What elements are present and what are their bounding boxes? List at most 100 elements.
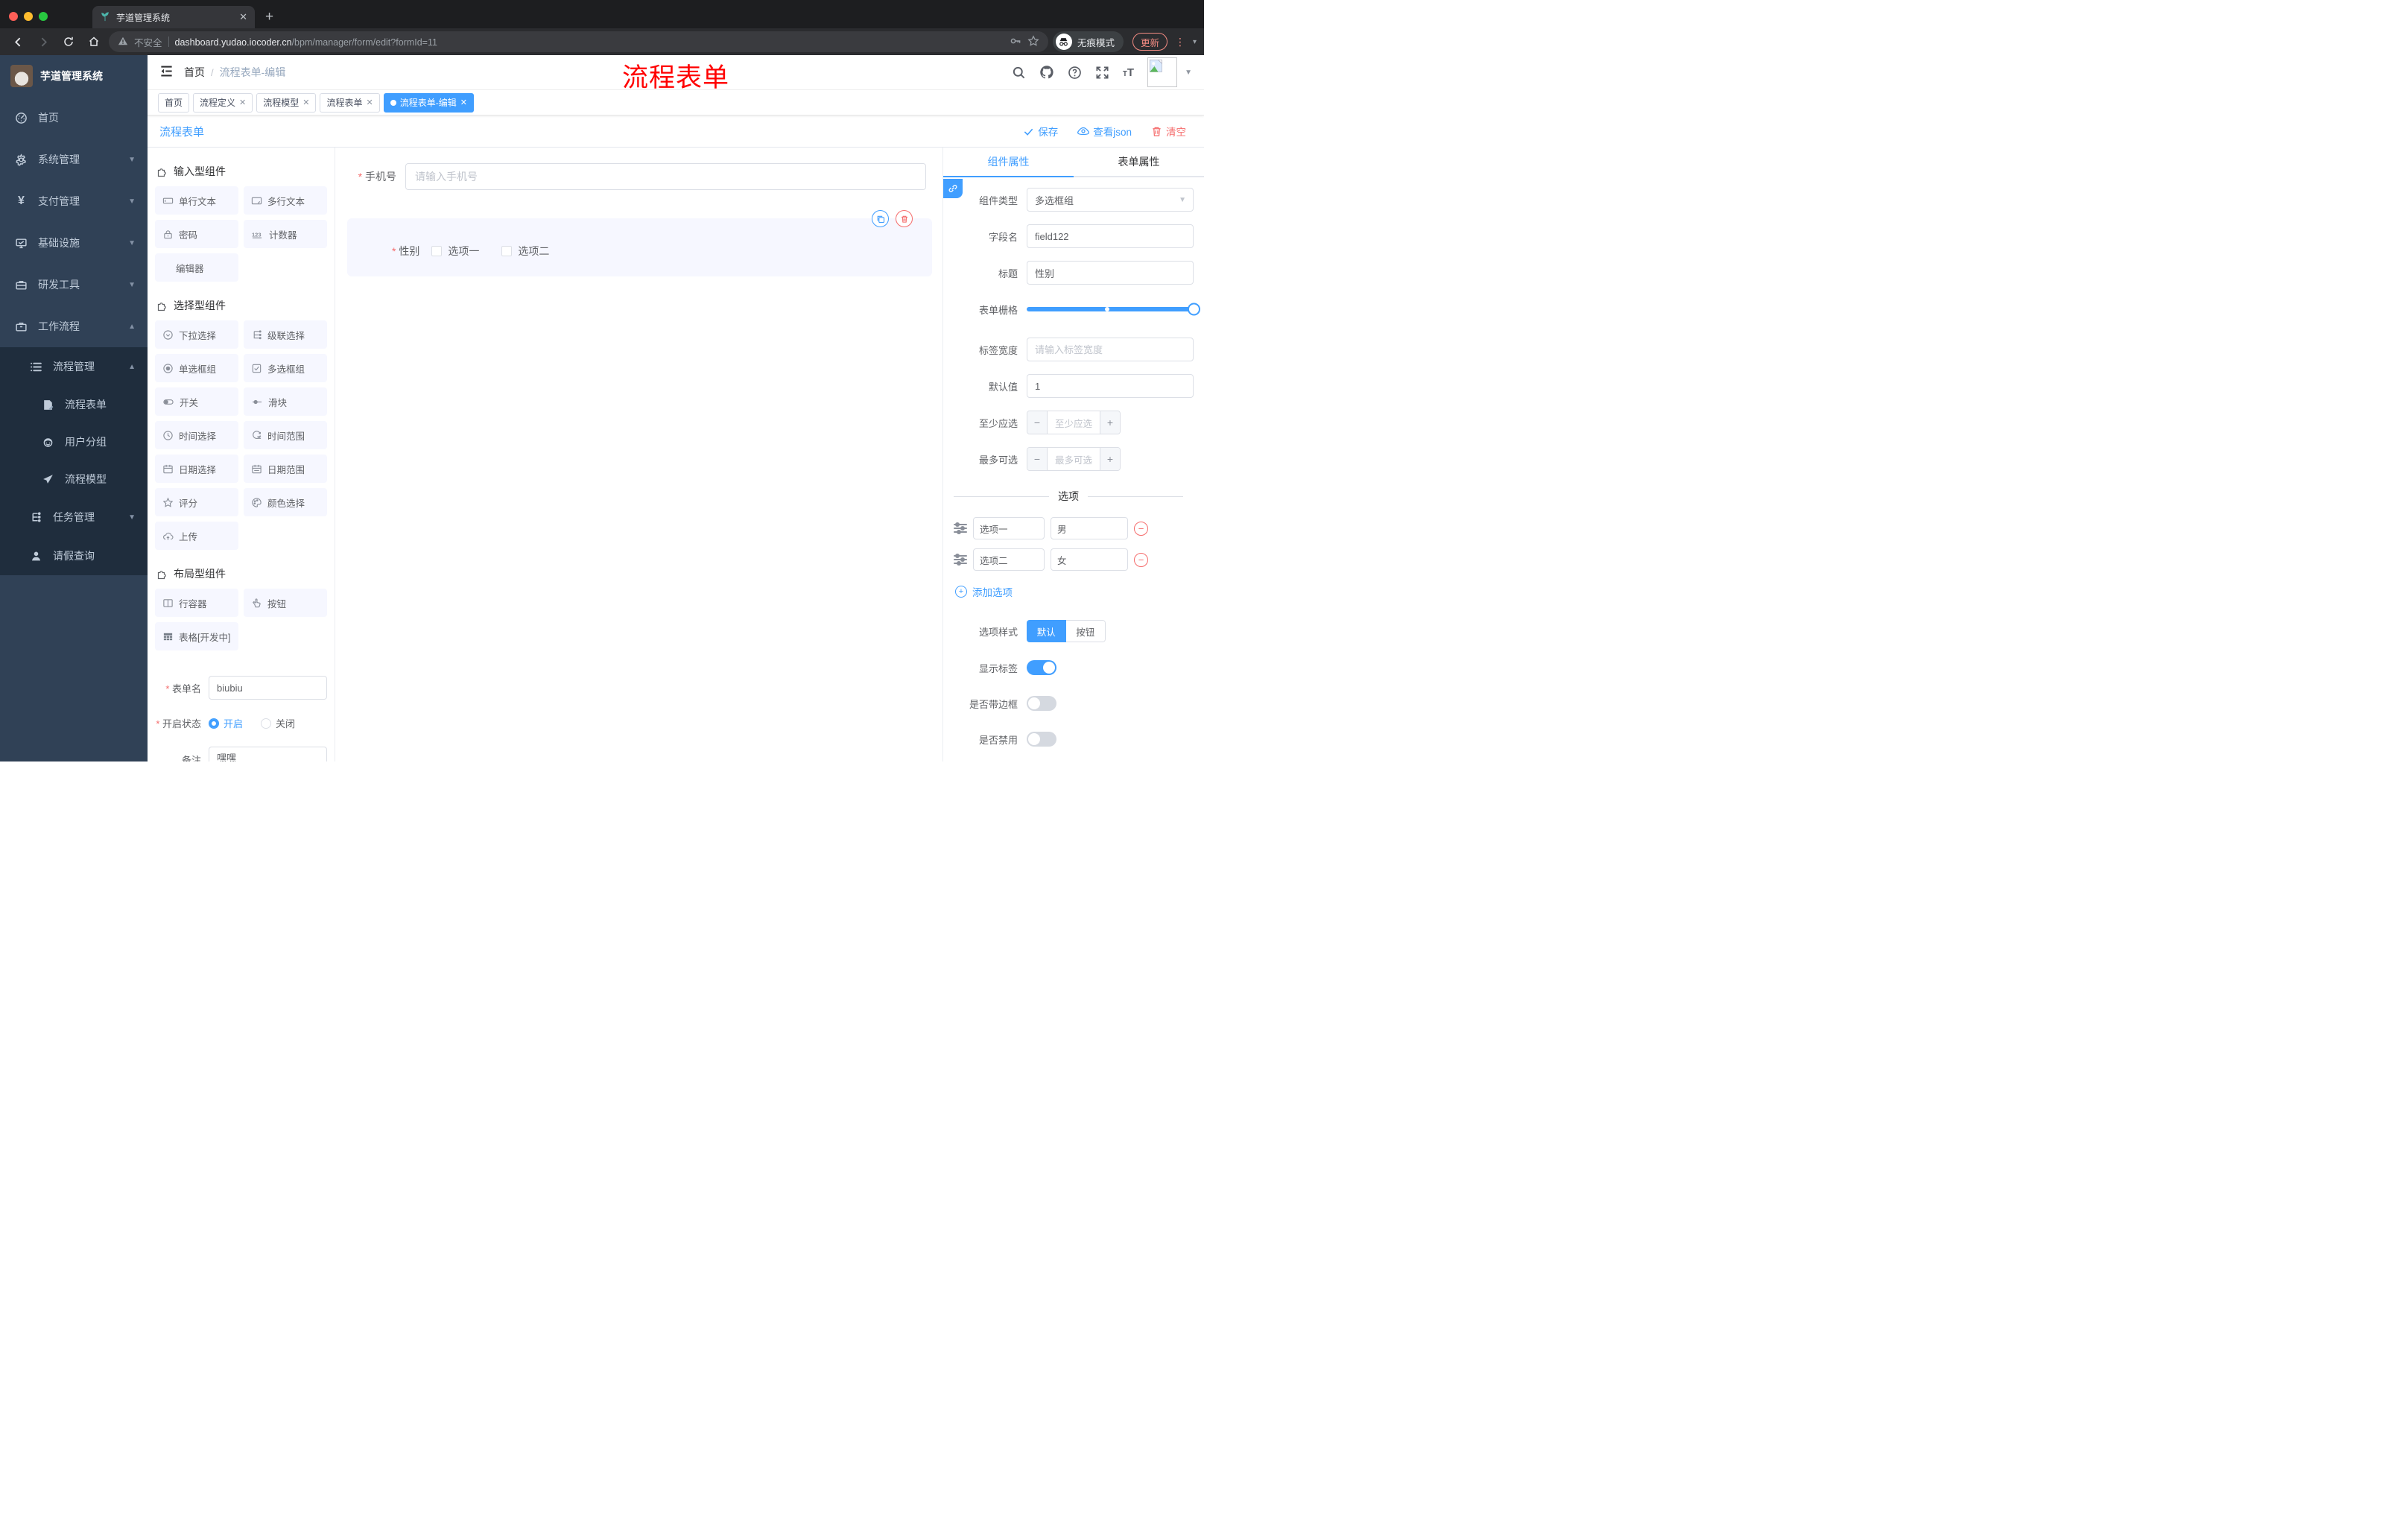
default-value-input[interactable] <box>1027 374 1194 398</box>
palette-item-cascader[interactable]: 级联选择 <box>244 320 327 349</box>
github-icon[interactable] <box>1039 65 1054 80</box>
font-size-icon[interactable]: TT <box>1123 66 1134 79</box>
add-option-button[interactable]: + 添加选项 <box>955 584 1194 599</box>
tag-close-icon[interactable]: ✕ <box>239 98 246 107</box>
bookmark-star-icon[interactable] <box>1027 34 1039 49</box>
save-button[interactable]: 保存 <box>1023 124 1058 139</box>
sidebar-item-process-management[interactable]: 流程管理 ▲ <box>0 347 148 386</box>
radio-on-label[interactable]: 开启 <box>224 716 243 730</box>
sidebar-item-user-group[interactable]: 用户分组 <box>0 423 148 460</box>
form-canvas[interactable]: 手机号 请输入手机号 性别 选项一 选项二 <box>335 148 942 762</box>
grid-slider[interactable] <box>1027 297 1200 321</box>
label-width-input[interactable] <box>1027 338 1194 361</box>
remove-option-icon[interactable]: − <box>1134 521 1148 536</box>
tag-process-form-edit[interactable]: 流程表单-编辑 ✕ <box>383 92 474 113</box>
tag-process-model[interactable]: 流程模型 ✕ <box>256 92 317 113</box>
canvas-field-phone[interactable]: 手机号 请输入手机号 <box>335 163 942 190</box>
avatar[interactable] <box>1147 57 1178 87</box>
component-type-select[interactable] <box>1027 188 1194 212</box>
sidebar-item-leave-query[interactable]: 请假查询 <box>0 536 148 575</box>
palette-item-table[interactable]: 表格[开发中] <box>155 622 238 650</box>
sidebar-item-system[interactable]: 系统管理 ▼ <box>0 139 148 180</box>
fullscreen-icon[interactable] <box>1095 66 1109 80</box>
field-name-input[interactable] <box>1027 224 1194 248</box>
clear-button[interactable]: 清空 <box>1151 124 1186 139</box>
min-select-input[interactable]: 至少应选 <box>1047 411 1100 434</box>
sidebar-item-workflow[interactable]: 工作流程 ▲ <box>0 305 148 347</box>
delete-component-button[interactable] <box>896 210 913 227</box>
option-2-value-input[interactable] <box>1051 548 1128 571</box>
show-label-toggle[interactable] <box>1027 660 1056 675</box>
max-select-stepper[interactable]: − 最多可选 + <box>1027 447 1121 471</box>
form-name-input[interactable] <box>209 676 327 700</box>
reload-icon[interactable] <box>58 31 79 52</box>
sidebar-item-task-management[interactable]: 任务管理 ▼ <box>0 498 148 536</box>
link-icon[interactable] <box>943 179 963 198</box>
password-key-icon[interactable] <box>1010 35 1021 49</box>
minimize-window-button[interactable] <box>24 12 33 21</box>
sidebar-item-devtools[interactable]: 研发工具 ▼ <box>0 264 148 305</box>
tag-process-definition[interactable]: 流程定义 ✕ <box>193 92 253 113</box>
palette-item-date-picker[interactable]: 日期选择 <box>155 455 238 483</box>
palette-item-input-text[interactable]: 单行文本 <box>155 186 238 215</box>
canvas-field-gender-selected[interactable]: 性别 选项一 选项二 <box>347 210 932 276</box>
tab-close-icon[interactable]: ✕ <box>239 11 247 23</box>
palette-item-rate[interactable]: 评分 <box>155 488 238 516</box>
security-warning-icon[interactable] <box>118 36 128 48</box>
tab-form-props[interactable]: 表单属性 <box>1074 148 1204 177</box>
palette-item-radio-group[interactable]: 单选框组 <box>155 354 238 382</box>
palette-item-button[interactable]: 按钮 <box>244 589 327 617</box>
browser-menu-icon[interactable]: ⋮ <box>1172 36 1188 48</box>
browser-tab[interactable]: 芋道管理系统 ✕ <box>92 6 255 28</box>
address-input[interactable]: 不安全 dashboard.yudao.iocoder.cn/bpm/manag… <box>109 31 1048 52</box>
tag-close-icon[interactable]: ✕ <box>367 98 373 107</box>
style-button-button[interactable]: 按钮 <box>1065 620 1106 642</box>
plus-icon[interactable]: + <box>1100 411 1120 434</box>
forward-icon[interactable] <box>33 31 54 52</box>
palette-item-number[interactable]: 123 计数器 <box>244 220 327 248</box>
sidebar-item-infra[interactable]: 基础设施 ▼ <box>0 222 148 264</box>
plus-icon[interactable]: + <box>1100 448 1120 470</box>
checkbox-option-1[interactable] <box>431 246 443 256</box>
palette-item-color-picker[interactable]: 颜色选择 <box>244 488 327 516</box>
close-window-button[interactable] <box>9 12 18 21</box>
tag-home[interactable]: 首页 <box>158 92 190 113</box>
update-button[interactable]: 更新 <box>1132 33 1167 51</box>
form-remark-textarea[interactable]: 嘿嘿 <box>209 747 327 762</box>
title-input[interactable] <box>1027 261 1194 285</box>
tag-close-icon[interactable]: ✕ <box>302 98 309 107</box>
minus-icon[interactable]: − <box>1027 448 1047 470</box>
hamburger-icon[interactable] <box>159 64 174 80</box>
tab-component-props[interactable]: 组件属性 <box>943 148 1074 177</box>
search-icon[interactable] <box>1012 66 1026 80</box>
sidebar-item-process-form[interactable]: 流程表单 <box>0 386 148 423</box>
radio-off-label[interactable]: 关闭 <box>276 716 295 730</box>
help-icon[interactable] <box>1068 66 1082 80</box>
sidebar-item-payment[interactable]: ¥ 支付管理 ▼ <box>0 180 148 222</box>
max-select-input[interactable]: 最多可选 <box>1047 448 1100 470</box>
palette-item-rich-editor[interactable]: 编辑器 <box>155 253 238 282</box>
option-2-label-input[interactable] <box>973 548 1045 571</box>
tag-close-icon[interactable]: ✕ <box>460 98 467 107</box>
avatar-caret-icon[interactable]: ▼ <box>1185 69 1192 77</box>
style-default-button[interactable]: 默认 <box>1027 620 1066 642</box>
copy-component-button[interactable] <box>872 210 889 227</box>
view-json-button[interactable]: 查看json <box>1077 124 1132 139</box>
new-tab-button[interactable]: + <box>255 9 273 28</box>
drag-handle-icon[interactable] <box>954 522 967 534</box>
min-select-stepper[interactable]: − 至少应选 + <box>1027 411 1121 434</box>
home-icon[interactable] <box>83 31 104 52</box>
border-toggle[interactable] <box>1027 696 1056 711</box>
drag-handle-icon[interactable] <box>954 554 967 566</box>
window-controls[interactable] <box>0 12 58 28</box>
checkbox-option-2[interactable] <box>501 246 513 256</box>
breadcrumb-home[interactable]: 首页 <box>184 65 205 80</box>
radio-off[interactable] <box>261 718 272 729</box>
checkbox-option-2-label[interactable]: 选项二 <box>518 244 549 259</box>
slider-handle[interactable] <box>1188 303 1200 316</box>
palette-item-textarea[interactable]: 多行文本 <box>244 186 327 215</box>
palette-item-time-range[interactable]: 时间范围 <box>244 421 327 449</box>
palette-item-upload[interactable]: 上传 <box>155 522 238 550</box>
palette-item-password[interactable]: 密码 <box>155 220 238 248</box>
palette-item-date-range[interactable]: 日期范围 <box>244 455 327 483</box>
